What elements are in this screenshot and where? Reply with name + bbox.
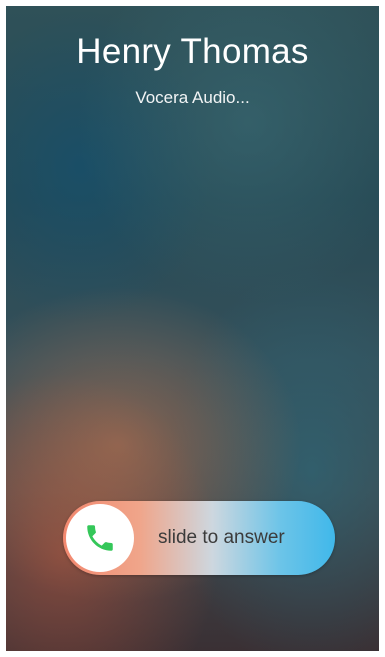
phone-icon <box>87 525 113 551</box>
incoming-call-screen: Henry Thomas Vocera Audio... slide to an… <box>6 6 379 651</box>
slide-to-answer-label: slide to answer <box>158 527 285 548</box>
slide-to-answer-slider[interactable]: slide to answer <box>63 501 335 575</box>
caller-name: Henry Thomas <box>76 32 309 71</box>
answer-slider-knob[interactable] <box>66 504 134 572</box>
call-status: Vocera Audio... <box>135 88 250 107</box>
screenshot-frame: Henry Thomas Vocera Audio... slide to an… <box>0 0 385 657</box>
